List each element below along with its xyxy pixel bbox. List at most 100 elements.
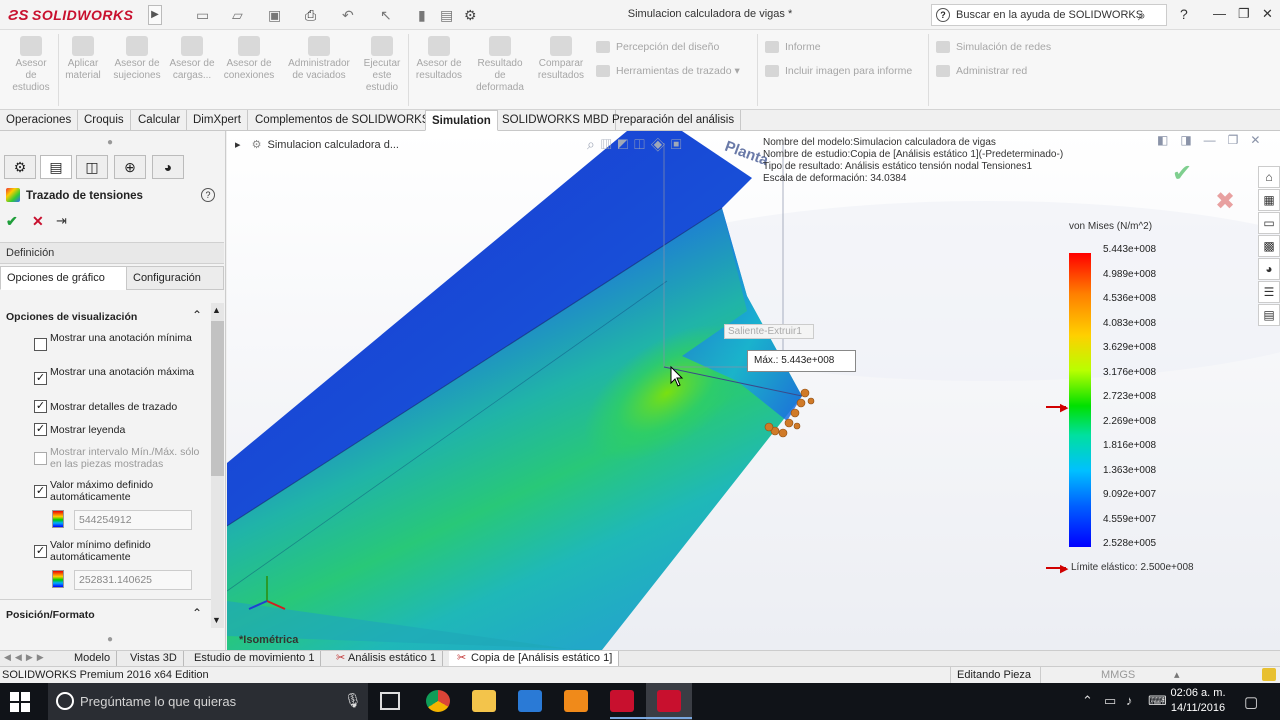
rebuild-icon[interactable]: ▮ <box>418 6 426 24</box>
min-value-field[interactable]: 252831.140625 <box>74 570 192 590</box>
language-icon[interactable]: ⌨ <box>1148 693 1167 709</box>
solidworks-logo[interactable]: ƧS SOLIDWORKS <box>8 7 133 24</box>
file-explorer-icon[interactable]: ▭ <box>1258 212 1280 234</box>
tab-croquis[interactable]: Croquis <box>78 110 131 131</box>
tab-scroll-arrows-icon[interactable]: ◀◀▶▶ <box>4 652 48 663</box>
panel-splitter-handle[interactable]: ● <box>107 137 113 148</box>
options-gear-icon[interactable]: ⚙ <box>464 6 477 24</box>
close-button[interactable]: ✕ <box>1262 6 1273 22</box>
include-image-button[interactable]: Incluir imagen para informe <box>765 65 912 78</box>
help-icon[interactable]: ? <box>201 188 215 202</box>
checkbox-minmax-range[interactable] <box>34 452 47 465</box>
units-dropdown-icon[interactable]: ▴ <box>1174 667 1180 683</box>
study-advisor-button[interactable]: Asesor de estudios <box>10 36 52 94</box>
feature-tree-root[interactable]: ▸ ⚙ Simulacion calculadora d... <box>235 138 399 151</box>
confirm-corner-cancel-icon[interactable]: ✖ <box>1215 187 1235 216</box>
volume-icon[interactable]: ♪ <box>1126 693 1133 708</box>
tab-opciones-grafico[interactable]: Opciones de gráfico <box>0 266 127 290</box>
tab-complementos[interactable]: Complementos de SOLIDWORKS <box>249 110 437 131</box>
panel-scrollbar-thumb[interactable] <box>211 321 224 476</box>
tab-operaciones[interactable]: Operaciones <box>0 110 79 131</box>
tab-dimxpert[interactable]: DimXpert <box>187 110 248 131</box>
connections-advisor-button[interactable]: Asesor de conexiones <box>220 36 278 82</box>
expand-arrow-icon[interactable]: ▸ <box>235 139 241 151</box>
solidworks-2016-active-icon[interactable] <box>657 690 681 712</box>
ok-button[interactable]: ✔ <box>6 213 18 230</box>
network-icon[interactable]: ▭ <box>1104 693 1116 709</box>
tab-copia-analisis[interactable]: Copia de [Análisis estático 1] <box>449 651 620 667</box>
microphone-icon[interactable]: 🎙 <box>344 692 362 709</box>
pin-icon[interactable]: ⇥ <box>56 213 67 229</box>
deformed-result-button[interactable]: Resultado de deformada <box>472 36 528 94</box>
plot-tools-button[interactable]: Herramientas de trazado ▾ <box>596 65 740 78</box>
section-view-icon[interactable]: ◫ <box>634 136 651 152</box>
display-manager-tab-icon[interactable]: ◕ <box>152 155 184 179</box>
edit-app-icon[interactable] <box>518 690 542 712</box>
section-definition[interactable]: Definición <box>0 242 224 264</box>
view-orientation-icon[interactable]: ◈ <box>651 136 671 152</box>
panel-splitter-handle[interactable]: ● <box>107 634 113 645</box>
checkbox-auto-max[interactable]: ✓ <box>34 485 47 498</box>
previous-view-icon[interactable]: ◩ <box>618 136 635 152</box>
collapse-chevron-icon[interactable]: ⌃ <box>192 606 202 620</box>
system-clock[interactable]: 02:06 a. m. 14/11/2016 <box>1168 686 1228 716</box>
windows-start-icon[interactable] <box>10 692 30 712</box>
loads-advisor-button[interactable]: Asesor de cargas... <box>168 36 216 82</box>
section-position-format[interactable]: Posición/Formato <box>6 609 95 621</box>
scroll-up-icon[interactable]: ▲ <box>212 305 221 315</box>
print-icon[interactable]: ⎙ <box>305 6 316 24</box>
solidworks-2016-icon[interactable] <box>610 690 634 712</box>
property-manager-tab-icon[interactable]: ▤ <box>40 155 72 179</box>
viewport-window-controls[interactable]: ◧◨—❐✕ <box>1157 133 1273 147</box>
tab-simulation[interactable]: Simulation <box>425 110 498 131</box>
rebuild-status-icon[interactable] <box>1262 668 1276 681</box>
solidworks-forum-icon[interactable]: ▤ <box>1258 304 1280 326</box>
help-search-box[interactable]: ? Buscar en la ayuda de SOLIDWORKS ⌕ <box>931 4 1167 26</box>
zoom-icon[interactable]: ⌕ <box>587 136 601 152</box>
cortana-search-box[interactable]: Pregúntame lo que quieras 🎙 <box>48 683 368 720</box>
save-icon[interactable]: ▣ <box>268 6 281 24</box>
design-insight-button[interactable]: Percepción del diseño <box>596 41 719 54</box>
media-player-icon[interactable] <box>564 690 588 712</box>
checkbox-auto-min[interactable]: ✓ <box>34 545 47 558</box>
tab-modelo[interactable]: Modelo <box>68 651 118 667</box>
task-view-icon[interactable] <box>380 692 400 710</box>
undo-icon[interactable]: ↶ <box>342 6 354 24</box>
notifications-icon[interactable]: ▢ <box>1244 693 1258 711</box>
view-palette-icon[interactable]: ▩ <box>1258 235 1280 257</box>
select-icon[interactable]: ↖ <box>380 6 392 24</box>
configuration-manager-tab-icon[interactable]: ◫ <box>76 155 108 179</box>
tab-solidworks-mbd[interactable]: SOLIDWORKS MBD <box>496 110 616 131</box>
home-icon[interactable]: ⌂ <box>1258 166 1280 188</box>
file-explorer-taskbar-icon[interactable] <box>472 690 496 712</box>
max-annotation[interactable]: Máx.: 5.443e+008 <box>747 350 856 372</box>
restore-button[interactable]: ❐ <box>1238 6 1250 22</box>
report-button[interactable]: Informe <box>765 41 821 54</box>
checkbox-max-annotation[interactable]: ✓ <box>34 372 47 385</box>
fixtures-advisor-button[interactable]: Asesor de sujeciones <box>110 36 164 82</box>
chevron-down-icon[interactable]: ▾ <box>734 65 739 77</box>
heads-up-view-toolbar[interactable]: ⌕▥◩◫◈▣ <box>587 136 687 153</box>
help-menu-icon[interactable]: ? <box>1180 6 1188 22</box>
scroll-down-icon[interactable]: ▼ <box>212 615 221 625</box>
design-library-icon[interactable]: ▦ <box>1258 189 1280 211</box>
cancel-button[interactable]: ✕ <box>32 213 44 230</box>
zoom-area-icon[interactable]: ▥ <box>601 136 618 152</box>
apply-material-button[interactable]: Aplicar material <box>62 36 104 82</box>
tab-configuracion[interactable]: Configuración <box>126 266 224 290</box>
checkbox-plot-details[interactable]: ✓ <box>34 400 47 413</box>
open-icon[interactable]: ▱ <box>232 6 243 24</box>
custom-properties-icon[interactable]: ☰ <box>1258 281 1280 303</box>
checkbox-show-legend[interactable]: ✓ <box>34 423 47 436</box>
collapse-chevron-icon[interactable]: ⌃ <box>192 308 202 322</box>
file-properties-icon[interactable]: ▤ <box>440 6 453 24</box>
compare-results-button[interactable]: Comparar resultados <box>534 36 588 82</box>
menu-expand-arrow-icon[interactable]: ▶ <box>148 5 162 25</box>
shell-manager-button[interactable]: Administrador de vaciados <box>282 36 356 82</box>
checkbox-min-annotation[interactable] <box>34 338 47 351</box>
tab-analisis-estatico[interactable]: Análisis estático 1 <box>328 651 444 667</box>
tab-estudio-movimiento[interactable]: Estudio de movimiento 1 <box>188 651 322 667</box>
tab-preparacion-analisis[interactable]: Preparación del análisis <box>606 110 742 131</box>
search-icon[interactable]: ⌕ <box>1138 7 1146 24</box>
display-style-icon[interactable]: ▣ <box>671 136 688 152</box>
